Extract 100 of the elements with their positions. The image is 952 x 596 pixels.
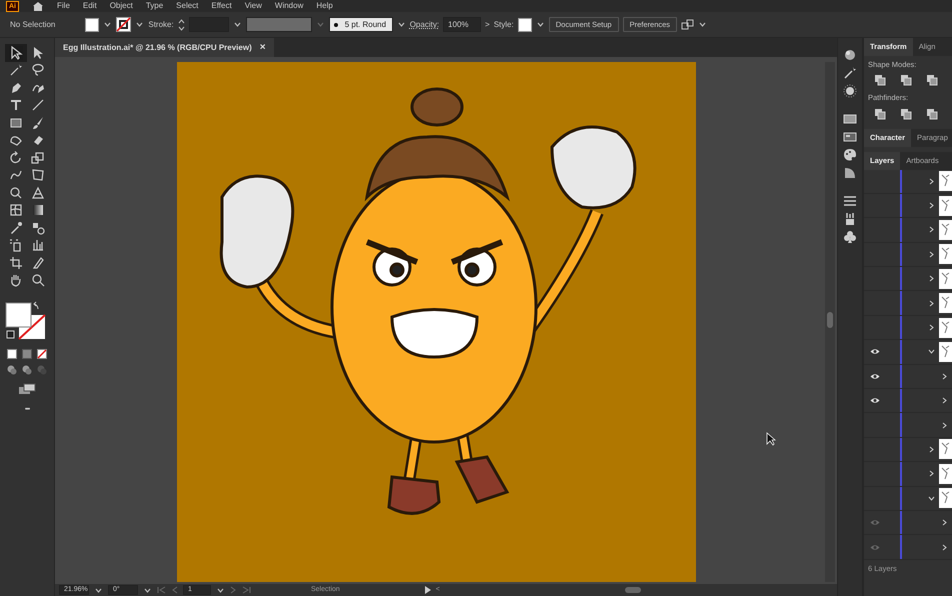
- home-icon[interactable]: [32, 1, 44, 11]
- slice-knife-icon[interactable]: [31, 256, 45, 270]
- perspective-grid-icon[interactable]: [31, 186, 45, 200]
- layer-row[interactable]: [864, 194, 952, 218]
- caret-icon[interactable]: [135, 20, 144, 29]
- blend-icon[interactable]: [31, 220, 45, 235]
- menu-item[interactable]: File: [57, 1, 70, 11]
- profile-field[interactable]: [246, 17, 312, 32]
- paintbrush-icon[interactable]: [31, 116, 45, 130]
- minus-front-icon[interactable]: [900, 74, 912, 86]
- fill-swatch[interactable]: [85, 18, 100, 32]
- layer-row[interactable]: [864, 438, 952, 462]
- opacity-label[interactable]: Opacity:: [410, 18, 440, 30]
- chevron-right-icon[interactable]: [941, 372, 948, 380]
- menu-item[interactable]: Select: [176, 1, 198, 11]
- caret-icon[interactable]: [103, 20, 112, 29]
- selection-arrow-icon[interactable]: [9, 46, 23, 60]
- brushes-icon[interactable]: [843, 212, 857, 226]
- layer-row[interactable]: [864, 218, 952, 243]
- screen-mode-icon[interactable]: [18, 383, 36, 395]
- menu-item[interactable]: View: [244, 1, 262, 11]
- eraser-icon[interactable]: [31, 133, 45, 148]
- scrollbar-thumb[interactable]: [827, 312, 833, 328]
- menu-item[interactable]: Edit: [82, 1, 97, 11]
- image-panel-icon[interactable]: [843, 130, 857, 144]
- line-segment-icon[interactable]: [31, 98, 45, 112]
- rotate-icon[interactable]: [9, 150, 23, 165]
- magic-wand-icon[interactable]: [843, 66, 857, 80]
- chevron-right-icon[interactable]: [941, 422, 948, 429]
- gradient-panel-icon[interactable]: [843, 112, 857, 126]
- chevron-down-icon[interactable]: [928, 494, 935, 502]
- caret-icon[interactable]: [536, 20, 545, 29]
- eyedropper-icon[interactable]: [9, 220, 23, 235]
- pen-nib-icon[interactable]: [9, 80, 23, 95]
- zoom-icon[interactable]: [31, 273, 45, 288]
- horizontal-scroll-thumb[interactable]: [624, 587, 641, 593]
- menu-item[interactable]: Window: [274, 1, 304, 11]
- layer-row[interactable]: [864, 316, 952, 340]
- brush-field[interactable]: 5 pt. Round: [328, 17, 393, 32]
- play-icon[interactable]: [424, 586, 431, 594]
- caret-icon[interactable]: [698, 20, 708, 29]
- layer-row[interactable]: [864, 486, 952, 511]
- free-transform-icon[interactable]: [31, 168, 45, 182]
- layer-row[interactable]: [864, 170, 952, 194]
- hand-icon[interactable]: [9, 273, 23, 288]
- club-icon[interactable]: [843, 230, 857, 244]
- shape-builder-icon[interactable]: [9, 186, 23, 200]
- document-tab[interactable]: Egg Illustration.ai* @ 21.96 % (RGB/CPU Preview) ×: [55, 38, 274, 57]
- layer-row[interactable]: [864, 267, 952, 292]
- spinner-icon[interactable]: [178, 18, 185, 30]
- close-button[interactable]: ×: [260, 40, 266, 55]
- magic-wand-icon[interactable]: [9, 63, 23, 78]
- menu-item[interactable]: Help: [316, 1, 333, 11]
- stroke-none-swatch[interactable]: [116, 17, 132, 32]
- chevron-down-icon[interactable]: [928, 348, 935, 356]
- chevron-right-icon[interactable]: [928, 446, 935, 453]
- chevron-right-icon[interactable]: [941, 397, 948, 404]
- chevron-right-icon[interactable]: [928, 202, 935, 210]
- draw-normal-icon[interactable]: [7, 365, 17, 375]
- appearance-icon[interactable]: [843, 48, 857, 62]
- menu-item[interactable]: Object: [110, 1, 133, 11]
- menu-icon[interactable]: [843, 194, 857, 208]
- menu-item[interactable]: Effect: [211, 1, 232, 11]
- layer-row[interactable]: [864, 242, 952, 268]
- palette-icon[interactable]: [843, 148, 857, 162]
- scale-icon[interactable]: [31, 150, 45, 165]
- opacity-field[interactable]: 100%: [443, 17, 482, 32]
- caret-icon[interactable]: [232, 20, 242, 29]
- style-swatch[interactable]: [518, 18, 532, 32]
- gradient-shape-icon[interactable]: [843, 166, 857, 180]
- none-mode-icon[interactable]: [37, 349, 47, 359]
- layer-row[interactable]: [864, 462, 952, 487]
- unite-icon[interactable]: [874, 74, 886, 86]
- lasso-icon[interactable]: [31, 63, 45, 78]
- rectangle-icon[interactable]: [9, 116, 23, 130]
- artboard-icon[interactable]: [9, 256, 23, 270]
- more-arrow[interactable]: >: [485, 18, 490, 30]
- chevron-right-icon[interactable]: [941, 519, 948, 526]
- chevron-right-icon[interactable]: [928, 226, 935, 234]
- eye-icon[interactable]: [870, 397, 880, 404]
- gradient-icon[interactable]: [31, 203, 45, 218]
- trim-icon[interactable]: [900, 108, 912, 120]
- merge-icon[interactable]: [926, 108, 938, 120]
- eye-icon[interactable]: [870, 348, 880, 356]
- eye-icon[interactable]: [870, 372, 880, 380]
- color-mode-icon[interactable]: [7, 349, 17, 359]
- draw-behind-icon[interactable]: [22, 365, 32, 375]
- chevron-right-icon[interactable]: [928, 178, 935, 185]
- caret-icon[interactable]: [396, 20, 406, 29]
- menu-item[interactable]: Type: [146, 1, 164, 11]
- sprayer-icon[interactable]: [9, 238, 23, 252]
- mesh-icon[interactable]: [9, 203, 23, 218]
- arrange-icon[interactable]: [681, 18, 694, 30]
- chevron-right-icon[interactable]: [928, 275, 935, 282]
- divide-icon[interactable]: [874, 108, 886, 120]
- vertical-scrollbar[interactable]: [825, 62, 835, 582]
- sun-icon[interactable]: [843, 84, 857, 98]
- chevron-right-icon[interactable]: [928, 300, 935, 307]
- chevron-right-icon[interactable]: [928, 324, 935, 332]
- chevron-right-icon[interactable]: [928, 470, 935, 478]
